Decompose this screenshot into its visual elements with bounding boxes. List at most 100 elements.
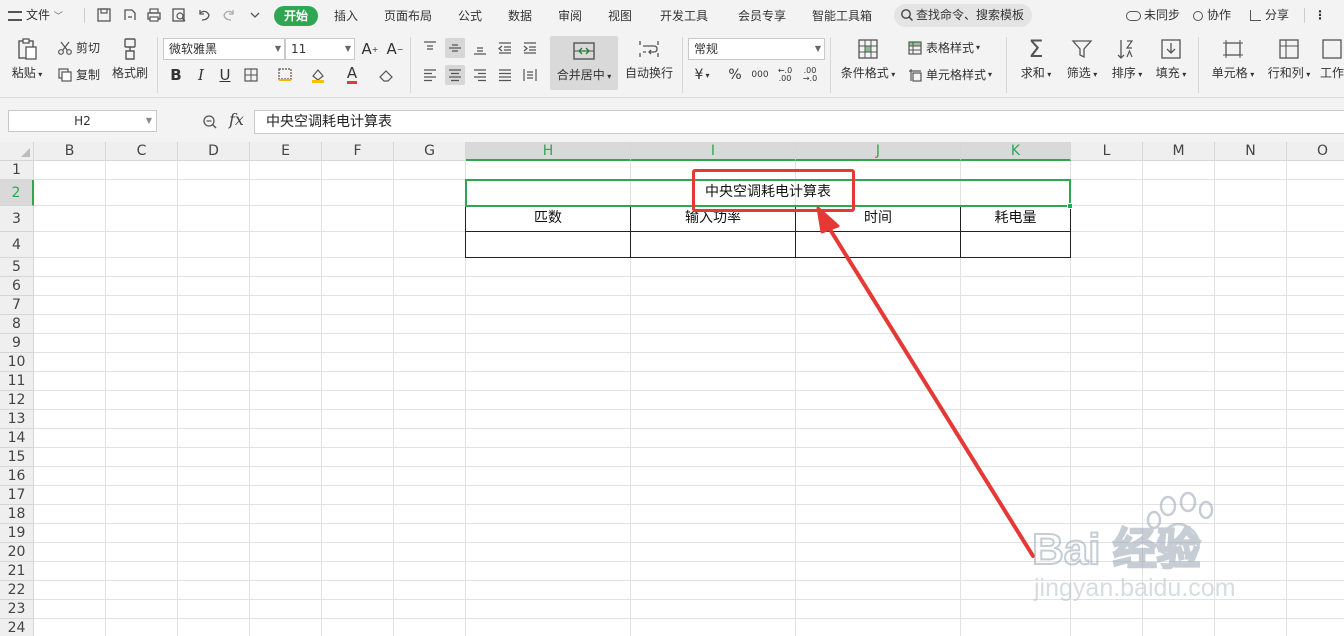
row-header-17[interactable]: 17 xyxy=(0,486,34,505)
decrease-font-icon[interactable]: A − xyxy=(385,39,405,59)
row-header-7[interactable]: 7 xyxy=(0,296,34,315)
row-header-2[interactable]: 2 xyxy=(0,180,34,206)
column-header-e[interactable]: E xyxy=(250,142,322,161)
select-all-corner[interactable] xyxy=(0,142,34,161)
italic-icon[interactable]: I xyxy=(191,65,211,85)
conditional-format-button[interactable]: 条件格式 ▾ xyxy=(838,37,898,81)
customize-toolbar-icon[interactable] xyxy=(247,7,263,23)
font-size-select[interactable]: 11 ▼ xyxy=(285,38,355,60)
column-header-k[interactable]: K xyxy=(961,142,1071,161)
sort-button[interactable]: 排序 ▾ xyxy=(1108,37,1146,81)
paste-button[interactable]: 粘贴 ▾ xyxy=(10,37,44,81)
fill-color-icon[interactable] xyxy=(308,65,328,85)
align-top-icon[interactable] xyxy=(420,38,440,58)
tab-data[interactable]: 数据 xyxy=(508,6,532,26)
collaborate-button[interactable]: 协作 xyxy=(1193,0,1231,31)
tab-insert[interactable]: 插入 xyxy=(334,6,358,26)
distributed-align-icon[interactable] xyxy=(520,65,540,85)
row-header-24[interactable]: 24 xyxy=(0,619,34,636)
align-right-icon[interactable] xyxy=(470,65,490,85)
thousands-separator-icon[interactable]: 000 xyxy=(750,65,770,85)
table-header-cell[interactable]: 匹数 xyxy=(466,206,630,231)
increase-decimal-icon[interactable]: ←.0.00 xyxy=(775,65,795,85)
row-header-3[interactable]: 3 xyxy=(0,206,34,232)
fx-icon[interactable]: fx xyxy=(229,110,244,129)
wrap-text-button[interactable]: 自动换行 xyxy=(623,37,675,81)
align-center-icon[interactable] xyxy=(445,65,465,85)
export-icon[interactable] xyxy=(122,7,138,23)
decrease-decimal-icon[interactable]: .00 →.0 xyxy=(800,65,820,85)
cell-color-icon[interactable] xyxy=(275,65,295,85)
more-icon[interactable]: ⋮ xyxy=(1314,0,1326,31)
tab-member[interactable]: 会员专享 xyxy=(738,6,786,26)
row-header-13[interactable]: 13 xyxy=(0,410,34,429)
percent-icon[interactable]: % xyxy=(725,65,745,85)
column-header-h[interactable]: H xyxy=(466,142,631,161)
row-header-10[interactable]: 10 xyxy=(0,353,34,372)
print-preview-icon[interactable] xyxy=(171,7,187,23)
fill-button[interactable]: 填充 ▾ xyxy=(1152,37,1190,81)
align-left-icon[interactable] xyxy=(420,65,440,85)
share-button[interactable]: 分享 xyxy=(1250,0,1289,31)
row-header-5[interactable]: 5 xyxy=(0,258,34,277)
eraser-icon[interactable] xyxy=(376,65,396,85)
format-painter-button[interactable]: 格式刷 xyxy=(110,37,150,81)
tab-formulas[interactable]: 公式 xyxy=(458,6,482,26)
command-search[interactable]: 查找命令、搜索模板 xyxy=(894,4,1032,27)
row-header-20[interactable]: 20 xyxy=(0,543,34,562)
row-header-23[interactable]: 23 xyxy=(0,600,34,619)
row-header-11[interactable]: 11 xyxy=(0,372,34,391)
cell-button[interactable]: 单元格 ▾ xyxy=(1208,37,1258,81)
font-color-icon[interactable]: A xyxy=(342,65,362,85)
row-header-12[interactable]: 12 xyxy=(0,391,34,410)
column-header-j[interactable]: J xyxy=(796,142,961,161)
column-header-l[interactable]: L xyxy=(1071,142,1143,161)
undo-icon[interactable] xyxy=(196,7,212,23)
number-format-select[interactable]: 常规 ▼ xyxy=(688,38,825,60)
merge-center-button[interactable]: 合并居中 ▾ xyxy=(550,36,618,90)
increase-indent-icon[interactable] xyxy=(520,38,540,58)
tab-view[interactable]: 视图 xyxy=(608,6,632,26)
row-header-16[interactable]: 16 xyxy=(0,467,34,486)
table-header-cell[interactable]: 耗电量 xyxy=(961,206,1070,231)
tab-smart-toolbox[interactable]: 智能工具箱 xyxy=(812,6,872,26)
column-header-c[interactable]: C xyxy=(106,142,178,161)
row-header-18[interactable]: 18 xyxy=(0,505,34,524)
redo-icon[interactable] xyxy=(221,7,237,23)
row-header-6[interactable]: 6 xyxy=(0,277,34,296)
tab-page-layout[interactable]: 页面布局 xyxy=(384,6,432,26)
align-middle-icon[interactable] xyxy=(445,38,465,58)
increase-font-icon[interactable]: A + xyxy=(360,39,380,59)
underline-icon[interactable]: U xyxy=(215,65,235,85)
tab-review[interactable]: 审阅 xyxy=(558,6,582,26)
save-icon[interactable] xyxy=(96,7,112,23)
currency-icon[interactable]: ¥ ▾ xyxy=(692,65,712,85)
worksheet-button[interactable]: 工作 xyxy=(1320,37,1344,81)
tab-home[interactable]: 开始 xyxy=(274,6,319,26)
file-menu[interactable]: 文件 ﹀ xyxy=(8,0,63,31)
name-box[interactable]: H2 ▼ xyxy=(8,110,157,132)
column-header-d[interactable]: D xyxy=(178,142,250,161)
row-header-22[interactable]: 22 xyxy=(0,581,34,600)
fill-handle[interactable] xyxy=(1067,203,1073,209)
row-header-4[interactable]: 4 xyxy=(0,232,34,258)
borders-icon[interactable] xyxy=(241,65,261,85)
row-header-19[interactable]: 19 xyxy=(0,524,34,543)
row-header-21[interactable]: 21 xyxy=(0,562,34,581)
column-header-o[interactable]: O xyxy=(1287,142,1344,161)
row-col-button[interactable]: 行和列 ▾ xyxy=(1264,37,1314,81)
row-header-15[interactable]: 15 xyxy=(0,448,34,467)
column-header-m[interactable]: M xyxy=(1143,142,1215,161)
column-header-f[interactable]: F xyxy=(322,142,394,161)
font-name-select[interactable]: 微软雅黑 ▼ xyxy=(163,38,285,60)
sync-status[interactable]: 未同步 xyxy=(1126,0,1180,31)
justify-icon[interactable] xyxy=(495,65,515,85)
formula-input[interactable]: 中央空调耗电计算表 xyxy=(254,110,1344,134)
row-header-14[interactable]: 14 xyxy=(0,429,34,448)
zoom-icon[interactable] xyxy=(202,114,218,130)
row-header-9[interactable]: 9 xyxy=(0,334,34,353)
column-header-i[interactable]: I xyxy=(631,142,796,161)
row-header-1[interactable]: 1 xyxy=(0,161,34,180)
cell-style-button[interactable]: 单元格样式 ▾ xyxy=(907,65,992,85)
align-bottom-icon[interactable] xyxy=(470,38,490,58)
